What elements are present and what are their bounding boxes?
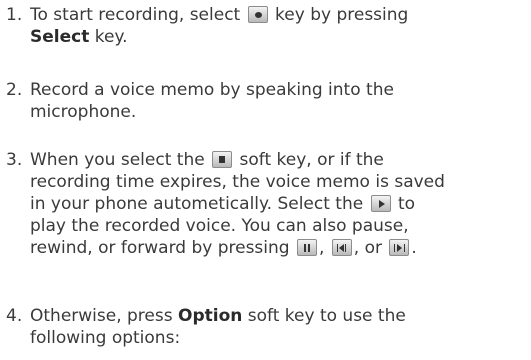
step-text-segment: rewind, or forward by pressing — [30, 238, 290, 258]
separator: , — [318, 238, 325, 258]
step-number: 3. — [6, 150, 23, 170]
step-line: rewind, or forward by pressing , , or . — [30, 237, 520, 259]
step-line: Record a voice memo by speaking into the — [30, 80, 394, 100]
step-line: recording time expires, the voice memo i… — [30, 172, 445, 192]
step-line: Select key. — [30, 26, 520, 48]
step-number: 1. — [6, 5, 23, 25]
step-text-segment: key by pressing — [275, 5, 409, 25]
separator: , or — [353, 238, 382, 258]
step-line: play the recorded voice. You can also pa… — [30, 216, 409, 236]
forward-key-icon — [389, 239, 410, 256]
step-text: When you select the soft key, or if the … — [30, 149, 520, 259]
step-text-segment: key. — [89, 27, 128, 47]
stop-key-icon — [212, 151, 233, 168]
step-text-segment: in your phone autometically. Select the — [30, 194, 364, 214]
step-line: following options: — [30, 328, 181, 348]
step-line: When you select the soft key, or if the — [30, 149, 520, 171]
step-number: 2. — [6, 80, 23, 100]
manual-page: 1. To start recording, select key by pre… — [0, 0, 531, 360]
step-text-segment: To start recording, select — [30, 5, 241, 25]
step-text-segment: soft key to use the — [242, 306, 406, 326]
step-number: 4. — [6, 306, 23, 326]
pause-key-icon — [296, 239, 317, 256]
step-line: Otherwise, press Option soft key to use … — [30, 305, 520, 327]
sentence-end: . — [411, 238, 417, 258]
step-text: To start recording, select key by pressi… — [30, 4, 520, 48]
step-line: in your phone autometically. Select the … — [30, 193, 520, 215]
step-text-segment: soft key, or if the — [239, 150, 384, 170]
option-key-label: Option — [178, 306, 243, 326]
step-text-segment: Otherwise, press — [30, 306, 173, 326]
step-text: Record a voice memo by speaking into the… — [30, 79, 520, 123]
play-key-icon — [370, 195, 391, 212]
step-line: To start recording, select key by pressi… — [30, 4, 520, 26]
step-text-segment: to — [398, 194, 416, 214]
step-text-segment: When you select the — [30, 150, 205, 170]
select-key-label: Select — [30, 27, 90, 47]
step-line: microphone. — [30, 102, 137, 122]
record-key-icon — [247, 6, 268, 23]
step-text: Otherwise, press Option soft key to use … — [30, 305, 520, 349]
rewind-key-icon — [331, 239, 352, 256]
